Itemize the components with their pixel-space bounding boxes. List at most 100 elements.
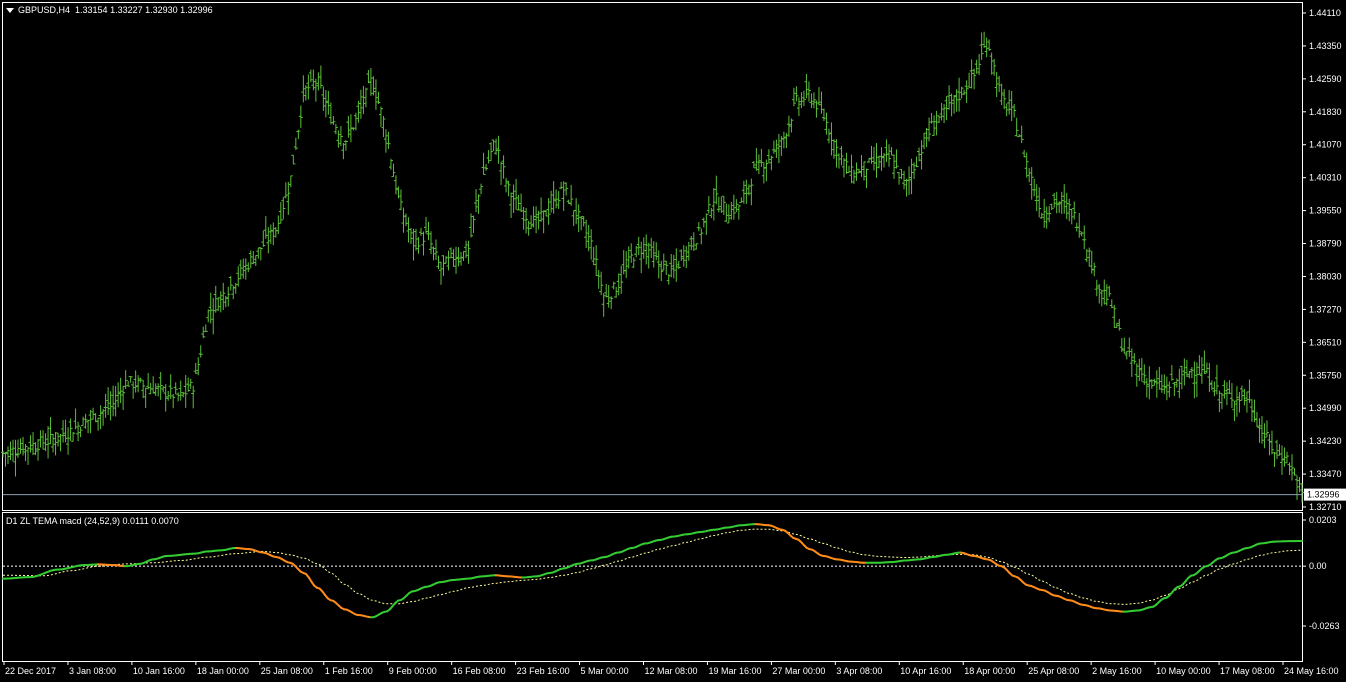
ohlc-bar xyxy=(581,216,586,227)
signal-line xyxy=(3,528,1302,605)
ohlc-bar xyxy=(601,293,606,317)
ohlc-bar xyxy=(746,184,751,196)
ohlc-bar xyxy=(849,154,854,184)
x-tick-label: 18 Apr 00:00 xyxy=(964,666,1015,676)
ohlc-bar xyxy=(967,72,972,88)
ohlc-bar xyxy=(436,255,441,270)
ohlc-bar xyxy=(1032,178,1037,197)
ohlc-bar xyxy=(759,148,764,168)
ohlc-bar xyxy=(213,285,218,313)
ohlc-bar xyxy=(867,158,871,163)
ohlc-bar xyxy=(806,81,811,102)
y-tick-label: 1.34990 xyxy=(1309,403,1342,413)
ohlc-bar xyxy=(977,53,982,76)
ohlc-bar xyxy=(6,446,11,465)
ohlc-bar xyxy=(441,255,446,276)
ohlc-bar xyxy=(464,240,469,259)
dropdown-triangle-icon[interactable] xyxy=(6,8,14,14)
ohlc-bar xyxy=(428,231,433,254)
ohlc-bar xyxy=(303,85,308,101)
ohlc-bar xyxy=(276,215,281,235)
y-tick-label: 1.41070 xyxy=(1309,140,1342,150)
ohlc-bar xyxy=(917,147,922,162)
ohlc-bar xyxy=(383,129,388,153)
ohlc-bar xyxy=(809,93,814,108)
ohlc-bar xyxy=(356,100,361,123)
ohlc-bar xyxy=(228,276,233,291)
ohlc-bar xyxy=(283,182,288,199)
ohlc-bar xyxy=(246,262,251,273)
ohlc-bar xyxy=(982,31,987,48)
ohlc-bar xyxy=(894,149,899,169)
ohlc-bar xyxy=(469,213,474,238)
ohlc-bar xyxy=(368,68,373,96)
ohlc-bar xyxy=(864,168,869,189)
ohlc-bar xyxy=(333,123,338,135)
ohlc-bar xyxy=(163,384,168,412)
ohlc-bar xyxy=(1102,279,1107,305)
ohlc-bar xyxy=(308,69,313,83)
ohlc-bar xyxy=(91,407,96,420)
ohlc-bar xyxy=(446,250,451,271)
ohlc-bar xyxy=(1167,381,1172,398)
ohlc-bar xyxy=(914,156,919,168)
ohlc-bar xyxy=(957,77,962,112)
ohlc-bar xyxy=(1274,439,1279,460)
current-price-label: 1.32996 xyxy=(1307,490,1340,500)
ohlc-bar xyxy=(654,242,659,261)
ohlc-bar xyxy=(1027,168,1032,183)
ohlc-bar xyxy=(494,138,499,155)
ohlc-bar xyxy=(521,206,526,230)
ohlc-bar xyxy=(81,416,86,427)
ohlc-bar xyxy=(791,87,796,107)
ohlc-bar xyxy=(576,204,581,233)
y-tick-label: 1.36510 xyxy=(1309,337,1342,347)
ohlc-bar xyxy=(78,426,83,438)
ohlc-bar xyxy=(1029,167,1034,200)
ohlc-bar xyxy=(1212,381,1217,397)
ohlc-bar xyxy=(496,135,501,164)
ohlc-bar xyxy=(836,153,841,169)
ohlc-bar xyxy=(18,438,23,454)
ohlc-bar xyxy=(3,452,8,467)
ohlc-bar xyxy=(106,387,111,415)
ohlc-bar xyxy=(987,39,992,51)
ohlc-bar xyxy=(949,93,954,117)
ohlc-bar xyxy=(989,52,994,75)
x-tick-label: 3 Apr 08:00 xyxy=(836,666,882,676)
chart-canvas: 1.32996 1.44110 1.43350 1.42590 1.41830 1.410… xyxy=(1,2,1346,676)
ohlc-bar xyxy=(398,189,403,211)
ohlc-bar xyxy=(736,204,741,220)
ohlc-bar xyxy=(1294,475,1299,500)
ohlc-bar xyxy=(631,257,636,268)
ohlc-bar xyxy=(534,206,539,234)
main-frame xyxy=(2,2,1303,511)
ohlc-bar xyxy=(739,197,744,203)
ohlc-bar xyxy=(506,180,511,197)
ohlc-bar xyxy=(241,258,246,279)
y-tick-label: 1.43350 xyxy=(1309,41,1342,51)
ohlc-bar xyxy=(263,216,268,239)
ohlc-bar xyxy=(719,196,724,213)
ohlc-bar xyxy=(611,281,616,290)
ohlc-bar xyxy=(1087,247,1092,267)
ohlc-bar xyxy=(23,444,28,462)
ohlc-bar xyxy=(1092,262,1097,277)
ohlc-bar xyxy=(426,221,431,241)
ohlc-bar xyxy=(649,237,654,259)
ohlc-bar xyxy=(781,131,786,149)
ohlc-bar xyxy=(336,130,341,148)
ohlc-bar xyxy=(46,426,51,459)
ohlc-bar xyxy=(423,216,428,234)
ohlc-bar xyxy=(596,269,601,289)
ohlc-bar xyxy=(266,227,271,254)
ohlc-bar xyxy=(972,68,977,90)
sub-y-tick-label: 0.0203 xyxy=(1309,515,1337,525)
ohlc-bar xyxy=(942,104,947,124)
ohlc-bar xyxy=(861,161,866,181)
ohlc-bar xyxy=(113,385,118,417)
ohlc-bar xyxy=(651,241,656,268)
ohlc-bar xyxy=(501,155,506,179)
ohlc-bar xyxy=(764,159,769,182)
ohlc-bar xyxy=(489,142,494,161)
